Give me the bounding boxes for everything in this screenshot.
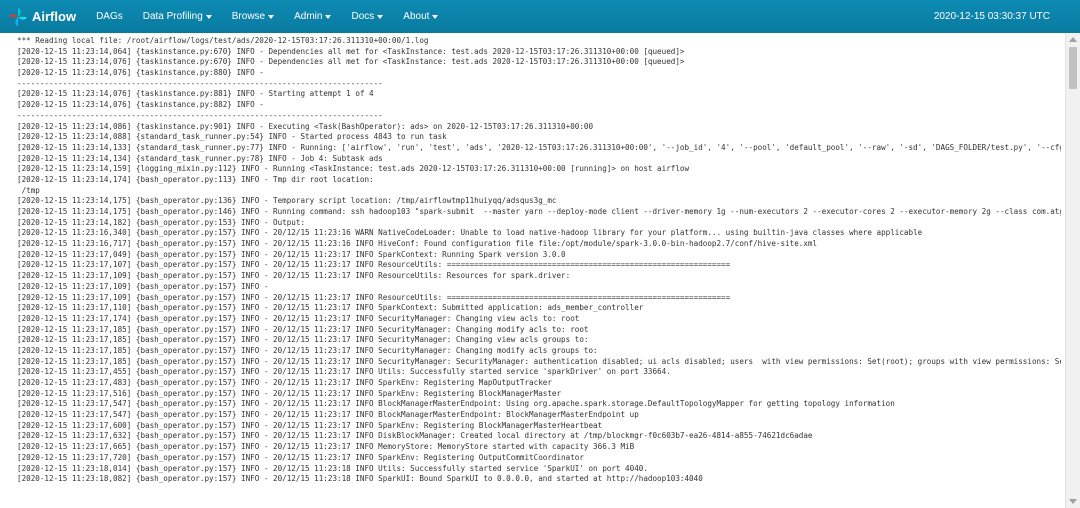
log-line: [2020-12-15 11:23:14,175] {bash_operator… (17, 207, 1061, 216)
vertical-scrollbar[interactable] (1065, 33, 1080, 508)
log-line: ----------------------------------------… (17, 78, 383, 88)
log-line: [2020-12-15 11:23:17,185] {bash_operator… (17, 324, 589, 334)
nav-about[interactable]: About (393, 0, 448, 33)
log-line: [2020-12-15 11:23:17,720] {bash_operator… (17, 452, 584, 462)
log-line: [2020-12-15 11:23:14,133] {standard_task… (17, 142, 1061, 152)
log-line: [2020-12-15 11:23:14,076] {taskinstance.… (17, 68, 264, 78)
log-line: [2020-12-15 11:23:17,516] {bash_operator… (17, 388, 562, 398)
nav-admin[interactable]: Admin (284, 0, 341, 33)
log-line: [2020-12-15 11:23:17,185] {bash_operator… (17, 345, 598, 355)
log-line: [2020-12-15 11:23:17,483] {bash_operator… (17, 378, 552, 387)
chevron-down-icon (432, 14, 439, 19)
log-line: [2020-12-15 11:23:14,064] {taskinstance.… (17, 46, 685, 56)
airflow-logo-link[interactable]: Airflow (8, 0, 76, 33)
scrollbar-thumb[interactable] (1069, 47, 1077, 89)
log-line: [2020-12-15 11:23:14,174] {bash_operator… (17, 174, 374, 184)
nav-about-label: About (403, 11, 430, 22)
log-line: [2020-12-15 11:23:17,109] {bash_operator… (17, 292, 731, 302)
nav-data-profiling-label: Data Profiling (142, 11, 203, 22)
scroll-up-arrow-icon[interactable] (1069, 37, 1077, 42)
log-line: [2020-12-15 11:23:17,547] {bash_operator… (17, 399, 895, 409)
nav-admin-label: Admin (294, 11, 323, 22)
log-line: [2020-12-15 11:23:17,665] {bash_operator… (17, 442, 635, 452)
log-line: [2020-12-15 11:23:14,076] {taskinstance.… (17, 89, 374, 99)
log-line: [2020-12-15 11:23:14,086] {taskinstance.… (17, 121, 594, 131)
log-line: ----------------------------------------… (17, 110, 383, 120)
log-line: [2020-12-15 11:23:17,109] {bash_operator… (17, 281, 269, 291)
log-line: [2020-12-15 11:23:17,185] {bash_operator… (17, 356, 1061, 366)
log-line: [2020-12-15 11:23:17,455] {bash_operator… (17, 367, 671, 377)
log-line: [2020-12-15 11:23:14,076] {taskinstance.… (17, 57, 685, 67)
log-line: [2020-12-15 11:23:16,340] {bash_operator… (17, 228, 923, 238)
log-line: [2020-12-15 11:23:16,717] {bash_operator… (17, 239, 818, 249)
log-line: /tmp (17, 185, 40, 195)
log-line: [2020-12-15 11:23:17,600] {bash_operator… (17, 420, 603, 430)
log-line: [2020-12-15 11:23:14,159] {logging_mixin… (17, 164, 690, 174)
log-line: [2020-12-15 11:23:17,110] {bash_operator… (17, 303, 644, 313)
nav-docs[interactable]: Docs (341, 0, 393, 33)
log-line: [2020-12-15 11:23:14,175] {bash_operator… (17, 196, 557, 206)
scroll-down-arrow-icon[interactable] (1069, 499, 1077, 504)
log-line: [2020-12-15 11:23:18,014] {bash_operator… (17, 463, 648, 473)
nav-dags[interactable]: DAGs (86, 0, 133, 33)
utc-clock: 2020-12-15 03:30:37 UTC (933, 11, 1050, 22)
top-navbar: Airflow DAGs Data Profiling Browse Admin… (0, 0, 1080, 33)
log-line: [2020-12-15 11:23:17,185] {bash_operator… (17, 335, 589, 345)
log-line: [2020-12-15 11:23:17,547] {bash_operator… (17, 410, 639, 420)
log-line: [2020-12-15 11:23:17,174] {bash_operator… (17, 313, 580, 323)
log-line: [2020-12-15 11:23:17,109] {bash_operator… (17, 271, 571, 281)
log-line: *** Reading local file: /root/airflow/lo… (17, 36, 429, 45)
log-line: [2020-12-15 11:23:14,134] {standard_task… (17, 153, 383, 163)
log-line: [2020-12-15 11:23:14,088] {standard_task… (17, 132, 447, 142)
log-line: [2020-12-15 11:23:17,107] {bash_operator… (17, 260, 731, 270)
log-line: [2020-12-15 11:23:17,049] {bash_operator… (17, 249, 566, 259)
log-line: [2020-12-15 11:23:14,182] {bash_operator… (17, 217, 306, 227)
nav-docs-label: Docs (351, 11, 375, 22)
chevron-down-icon (325, 14, 332, 19)
nav-browse-label: Browse (231, 11, 266, 22)
nav-data-profiling[interactable]: Data Profiling (133, 0, 222, 33)
nav-browse[interactable]: Browse (222, 0, 284, 33)
log-viewer[interactable]: *** Reading local file: /root/airflow/lo… (13, 33, 1065, 508)
log-line: [2020-12-15 11:23:18,082] {bash_operator… (17, 474, 703, 484)
log-content: *** Reading local file: /root/airflow/lo… (13, 33, 1065, 488)
left-gutter (0, 33, 13, 508)
nav-dags-label: DAGs (96, 11, 123, 22)
airflow-pinwheel-icon (9, 7, 27, 26)
chevron-down-icon (377, 14, 384, 19)
brand-name: Airflow (32, 9, 77, 24)
chevron-down-icon (268, 14, 275, 19)
chevron-down-icon (205, 14, 212, 19)
log-line: [2020-12-15 11:23:17,632] {bash_operator… (17, 431, 813, 441)
log-line: [2020-12-15 11:23:14,076] {taskinstance.… (17, 100, 264, 110)
